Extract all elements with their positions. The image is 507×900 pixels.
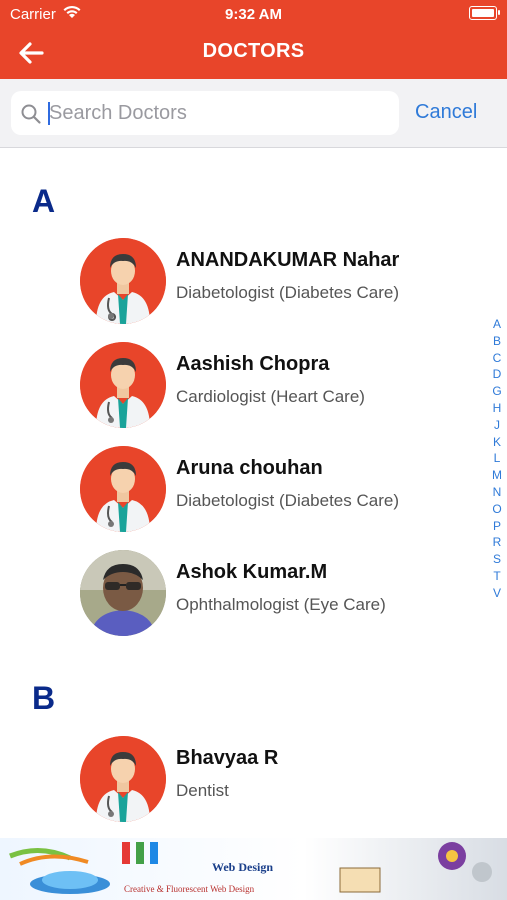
- section-header-b: B: [32, 680, 56, 716]
- cancel-button[interactable]: Cancel: [415, 101, 477, 124]
- doctor-row[interactable]: Bhavyaa R Dentist: [80, 736, 460, 826]
- index-letter[interactable]: V: [486, 585, 507, 602]
- search-bar: Cancel: [0, 79, 507, 148]
- doctor-specialty: Ophthalmologist (Eye Care): [176, 595, 386, 614]
- banner-tagline: Creative & Fluorescent Web Design: [124, 884, 255, 894]
- index-letter[interactable]: B: [486, 333, 507, 350]
- page-title: DOCTORS: [202, 40, 305, 62]
- index-letter[interactable]: P: [486, 518, 507, 535]
- alphabet-index[interactable]: A B C D G H J K L M N O P R S T V: [486, 316, 507, 602]
- doctor-avatar: [80, 342, 166, 428]
- index-letter[interactable]: D: [486, 366, 507, 383]
- index-letter[interactable]: C: [486, 350, 507, 367]
- search-box[interactable]: [11, 91, 399, 135]
- doctor-specialty: Diabetologist (Diabetes Care): [176, 283, 399, 302]
- doctor-specialty: Cardiologist (Heart Care): [176, 387, 365, 406]
- index-letter[interactable]: M: [486, 467, 507, 484]
- status-bar: Carrier 9:32 AM: [0, 4, 507, 24]
- doctor-illustration-icon: [80, 238, 166, 324]
- doctor-avatar: [80, 238, 166, 324]
- doctor-specialty: Diabetologist (Diabetes Care): [176, 491, 399, 510]
- doctor-row[interactable]: Aashish Chopra Cardiologist (Heart Care): [80, 342, 460, 432]
- doctor-row[interactable]: Ashok Kumar.M Ophthalmologist (Eye Care): [80, 550, 460, 640]
- doctor-illustration-icon: [80, 736, 166, 822]
- battery-icon: [469, 6, 500, 20]
- index-letter[interactable]: O: [486, 501, 507, 518]
- index-letter[interactable]: T: [486, 568, 507, 585]
- index-letter[interactable]: G: [486, 383, 507, 400]
- index-letter[interactable]: N: [486, 484, 507, 501]
- index-letter[interactable]: S: [486, 551, 507, 568]
- doctor-row[interactable]: ANANDAKUMAR Nahar Diabetologist (Diabete…: [80, 238, 460, 328]
- doctor-specialty: Dentist: [176, 781, 229, 800]
- doctor-row[interactable]: Aruna chouhan Diabetologist (Diabetes Ca…: [80, 446, 460, 536]
- doctor-avatar: [80, 736, 166, 822]
- banner-title: Web Design: [212, 860, 274, 874]
- index-letter[interactable]: R: [486, 534, 507, 551]
- index-letter[interactable]: H: [486, 400, 507, 417]
- doctor-avatar: [80, 550, 166, 636]
- doctor-name: Aashish Chopra: [176, 353, 330, 375]
- doctor-illustration-icon: [80, 342, 166, 428]
- index-letter[interactable]: K: [486, 434, 507, 451]
- index-letter[interactable]: J: [486, 417, 507, 434]
- section-header-a: A: [32, 183, 56, 219]
- status-time: 9:32 AM: [225, 6, 282, 23]
- index-letter[interactable]: A: [486, 316, 507, 333]
- search-input[interactable]: [49, 91, 389, 135]
- doctor-name: Ashok Kumar.M: [176, 561, 328, 583]
- navigation-header: Carrier 9:32 AM DOCTORS: [0, 0, 507, 79]
- doctor-name: ANANDAKUMAR Nahar: [176, 249, 400, 271]
- doctor-photo: [80, 550, 166, 636]
- banner-ad[interactable]: Web Design Creative & Fluorescent Web De…: [0, 838, 507, 900]
- doctor-name: Bhavyaa R: [176, 747, 279, 769]
- doctor-name: Aruna chouhan: [176, 457, 323, 479]
- doctor-avatar: [80, 446, 166, 532]
- index-letter[interactable]: L: [486, 450, 507, 467]
- search-icon: [21, 104, 41, 124]
- doctor-illustration-icon: [80, 446, 166, 532]
